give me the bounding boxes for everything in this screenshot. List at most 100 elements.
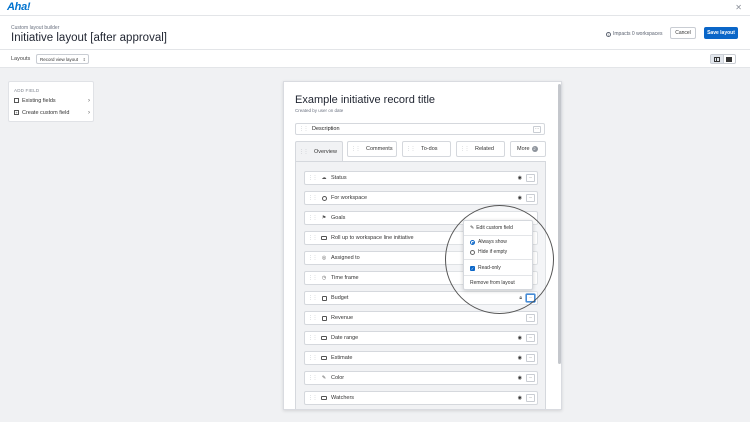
eye-slash-icon[interactable]: ◉ [518, 395, 522, 401]
eye-slash-icon[interactable]: ◉ [518, 375, 522, 381]
field-icon [321, 396, 327, 401]
drag-handle-icon[interactable]: ⋮⋮ [308, 235, 318, 241]
split-view-button[interactable] [711, 55, 724, 63]
record-title: Example initiative record title [295, 94, 436, 106]
drag-handle-icon[interactable]: ⋮⋮ [308, 175, 318, 181]
drag-handle-icon[interactable]: ⋮⋮ [308, 375, 318, 381]
eye-slash-icon[interactable]: ◉ [518, 175, 522, 181]
more-options-button[interactable]: ··· [526, 374, 535, 382]
full-view-icon [726, 56, 733, 62]
canvas-scrollbar[interactable] [558, 84, 561, 364]
drag-handle-icon[interactable]: ⋮⋮ [406, 146, 416, 152]
edit-custom-field-item[interactable]: ✎ Edit custom field [470, 225, 513, 231]
drag-handle-icon[interactable]: ⋮⋮ [299, 149, 309, 155]
more-options-button[interactable]: ··· [526, 354, 535, 362]
page-title: Initiative layout [after approval] [11, 32, 167, 44]
more-options-button[interactable]: ··· [526, 334, 535, 342]
tab-overview[interactable]: ⋮⋮ Overview [295, 141, 343, 161]
checkbox-checked-icon[interactable]: ✓ [470, 265, 475, 271]
field-row-status[interactable]: ⋮⋮ ☁ Status ◉ ··· [304, 171, 538, 185]
builder-eyebrow: Custom layout builder [11, 25, 60, 31]
drag-handle-icon[interactable]: ⋮⋮ [308, 295, 318, 301]
field-label: Date range [331, 335, 359, 341]
eye-slash-icon[interactable]: ◉ [518, 195, 522, 201]
tab-todos[interactable]: ⋮⋮ To-dos [402, 141, 451, 157]
drag-handle-icon[interactable]: ⋮⋮ [351, 146, 361, 152]
more-options-button[interactable]: ··· [526, 174, 535, 182]
field-row-watchers[interactable]: ⋮⋮ Watchers ◉ ··· [304, 391, 538, 405]
field-icon [321, 356, 327, 361]
save-layout-button[interactable]: Save layout [704, 27, 738, 39]
drag-handle-icon[interactable]: ⋮⋮ [308, 215, 318, 221]
checkbox-icon [14, 98, 19, 103]
tab-label: To-dos [421, 146, 438, 152]
flag-icon: ⚑ [321, 215, 327, 221]
remove-from-layout-item[interactable]: Remove from layout [470, 280, 515, 286]
field-label: Budget [331, 295, 349, 301]
aha-logo[interactable]: Aha! [7, 1, 31, 13]
tab-more[interactable]: More 2 [510, 141, 546, 157]
field-label: Goals [331, 215, 346, 221]
cancel-button[interactable]: Cancel [670, 27, 696, 39]
top-bar: Aha! ✕ [0, 0, 750, 16]
eye-slash-icon[interactable]: ◉ [518, 355, 522, 361]
tab-label: Related [475, 146, 494, 152]
menu-item-label: Hide if empty [478, 249, 508, 255]
impacts-info: i Impacts 0 workspaces [606, 31, 662, 37]
field-row-color[interactable]: ⋮⋮ ✎ Color ◉ ··· [304, 371, 538, 385]
existing-fields-item[interactable]: Existing fields › [14, 96, 92, 105]
chevron-right-icon: › [88, 109, 90, 116]
description-field[interactable]: ⋮⋮ Description ··· [295, 123, 545, 135]
read-only-checkbox[interactable]: ✓ Read-only [470, 265, 501, 271]
drag-handle-icon[interactable]: ⋮⋮ [308, 275, 318, 281]
drag-handle-icon[interactable]: ⋮⋮ [308, 355, 318, 361]
menu-divider [464, 235, 532, 236]
more-options-button[interactable]: ··· [526, 394, 535, 402]
field-row-estimate[interactable]: ⋮⋮ Estimate ◉ ··· [304, 351, 538, 365]
more-options-button[interactable]: ··· [526, 314, 535, 322]
add-field-heading: ADD FIELD [14, 88, 40, 93]
drag-handle-icon[interactable]: ⋮⋮ [308, 315, 318, 321]
create-custom-field-item[interactable]: + Create custom field › [14, 108, 92, 117]
layouts-bar: Layouts Record view layout ⇕ [0, 50, 750, 68]
drag-handle-icon[interactable]: ⋮⋮ [308, 335, 318, 341]
field-label: Estimate [331, 355, 353, 361]
record-subtitle: Created by user on date [295, 108, 344, 113]
menu-item-label: Edit custom field [476, 225, 513, 231]
split-view-icon [713, 56, 720, 62]
menu-item-label: Read-only [478, 265, 501, 271]
more-options-button[interactable]: ··· [526, 194, 535, 202]
field-row-for-workspace[interactable]: ⋮⋮ For workspace ◉ ··· [304, 191, 538, 205]
pencil-icon: ✎ [470, 225, 475, 231]
menu-item-label: Remove from layout [470, 280, 515, 286]
add-field-panel: ADD FIELD Existing fields › + Create cus… [8, 81, 94, 122]
field-label: For workspace [331, 195, 368, 201]
drag-handle-icon[interactable]: ⋮⋮ [308, 395, 318, 401]
tab-label: Comments [366, 146, 393, 152]
tab-bar: ⋮⋮ Overview ⋮⋮ Comments ⋮⋮ To-dos ⋮⋮ Rel… [295, 141, 546, 161]
layout-select[interactable]: Record view layout ⇕ [36, 54, 89, 64]
drag-handle-icon[interactable]: ⋮⋮ [308, 195, 318, 201]
create-custom-field-label: Create custom field [22, 109, 70, 116]
tab-related[interactable]: ⋮⋮ Related [456, 141, 505, 157]
existing-fields-label: Existing fields [22, 97, 56, 104]
drag-handle-icon[interactable]: ⋮⋮ [308, 255, 318, 261]
eye-slash-icon[interactable]: ◉ [518, 335, 522, 341]
drag-handle-icon[interactable]: ⋮⋮ [299, 126, 309, 132]
page-header: Custom layout builder Initiative layout … [0, 16, 750, 50]
radio-selected-icon[interactable] [470, 239, 475, 245]
radio-unselected-icon[interactable] [470, 249, 475, 255]
field-label: Revenue [331, 315, 354, 321]
hide-if-empty-radio[interactable]: Hide if empty [470, 249, 507, 255]
select-arrows-icon: ⇕ [82, 56, 86, 62]
more-options-button[interactable]: ··· [533, 126, 541, 133]
rollup-icon [321, 236, 327, 241]
field-row-date-range[interactable]: ⋮⋮ Date range ◉ ··· [304, 331, 538, 345]
close-icon[interactable]: ✕ [735, 3, 742, 12]
always-show-radio[interactable]: Always show [470, 239, 507, 245]
description-label: Description [312, 126, 340, 132]
tab-comments[interactable]: ⋮⋮ Comments [347, 141, 397, 157]
field-options-menu: ✎ Edit custom field Always show Hide if … [463, 220, 533, 290]
drag-handle-icon[interactable]: ⋮⋮ [460, 146, 470, 152]
full-view-button[interactable] [724, 55, 736, 63]
